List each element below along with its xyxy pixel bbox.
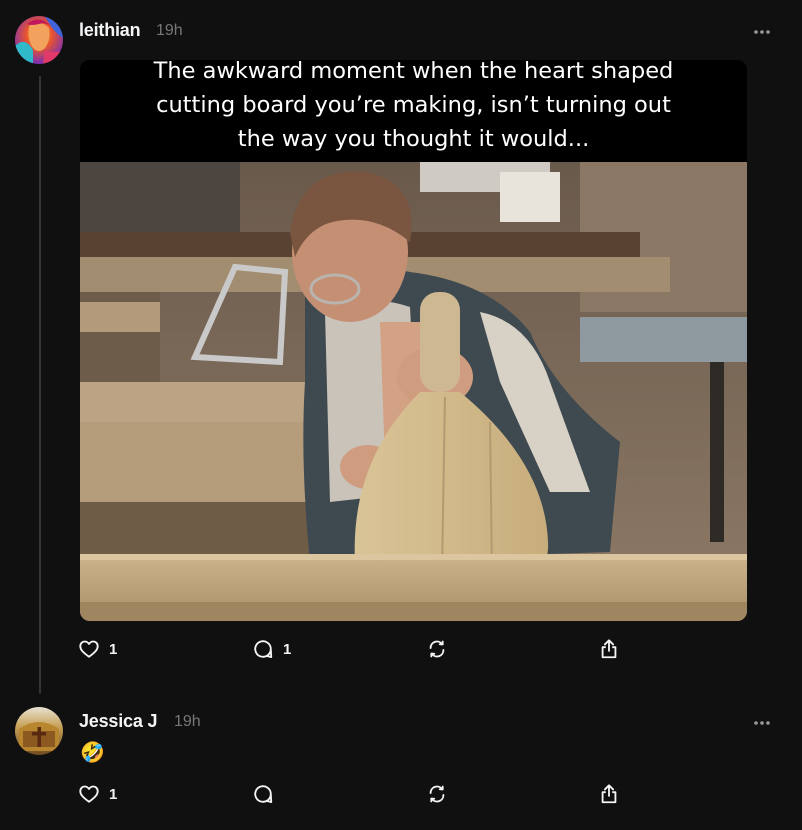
- reply-button[interactable]: 1: [252, 637, 291, 661]
- share-button[interactable]: [598, 782, 620, 806]
- image-caption: The awkward moment when the heart shaped…: [80, 60, 747, 154]
- reply-timestamp[interactable]: 19h: [174, 713, 201, 731]
- post-actions: 1 1: [78, 637, 638, 661]
- thread-connector-line: [39, 76, 41, 694]
- repost-icon: [429, 640, 445, 658]
- repost-button[interactable]: [426, 782, 448, 806]
- comment-icon: [254, 640, 273, 658]
- more-dots-icon[interactable]: [751, 715, 775, 725]
- comment-icon: [254, 785, 273, 803]
- avatar[interactable]: [15, 16, 63, 64]
- like-button[interactable]: 1: [78, 637, 117, 661]
- avatar[interactable]: [15, 707, 63, 755]
- like-count: 1: [109, 640, 118, 658]
- share-icon: [601, 784, 617, 804]
- like-button[interactable]: 1: [78, 782, 117, 806]
- workshop-photo: [80, 162, 747, 621]
- repost-button[interactable]: [426, 637, 448, 661]
- reply-button[interactable]: [252, 782, 274, 806]
- heart-icon: [79, 785, 99, 803]
- more-dots-icon[interactable]: [751, 24, 775, 34]
- like-count: 1: [109, 785, 118, 803]
- post-timestamp[interactable]: 19h: [156, 22, 183, 40]
- reply-actions: 1: [78, 782, 638, 806]
- heart-icon: [79, 640, 99, 658]
- reply-username[interactable]: Jessica J: [79, 711, 157, 732]
- reply-count: 1: [283, 640, 292, 658]
- post-image[interactable]: The awkward moment when the heart shaped…: [80, 60, 747, 621]
- share-button[interactable]: [598, 637, 620, 661]
- reply-text: 🤣: [80, 742, 105, 764]
- post-username[interactable]: leithian: [79, 20, 141, 41]
- repost-icon: [429, 785, 445, 803]
- share-icon: [601, 639, 617, 659]
